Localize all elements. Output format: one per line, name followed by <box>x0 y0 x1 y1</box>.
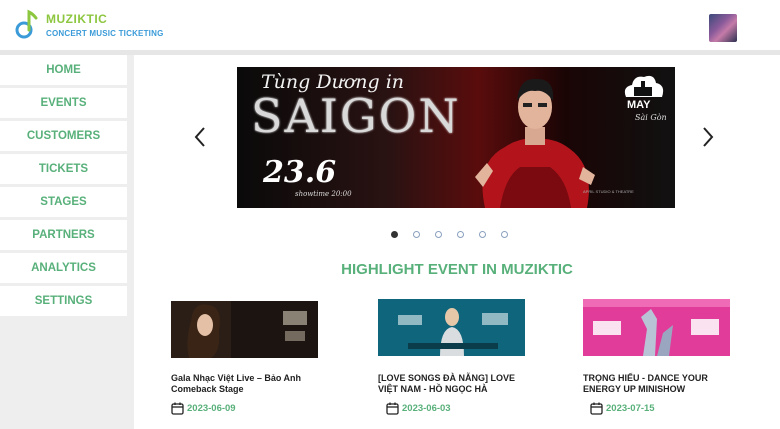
calendar-icon <box>171 402 184 415</box>
section-title: HIGHLIGHT EVENT IN MUZIKTIC <box>341 261 573 278</box>
event-card-date-text: 2023-06-03 <box>402 403 451 414</box>
banner-singer-image <box>475 78 595 208</box>
carousel-banner[interactable]: Tùng Dương in SAIGON 23.6 showtime 20:00… <box>237 67 675 208</box>
sidebar-item-partners[interactable]: PARTNERS <box>0 220 127 250</box>
event-card-title[interactable]: Gala Nhạc Việt Live – Bảo Anh Comeback S… <box>171 373 321 395</box>
app-header: MUZIKTIC CONCERT MUSIC TICKETING <box>0 0 780 50</box>
banner-fine-print: APRIL STUDIO & THEATRE <box>583 189 634 194</box>
sidebar-item-analytics[interactable]: ANALYTICS <box>0 253 127 283</box>
calendar-icon <box>386 402 399 415</box>
music-note-icon[interactable] <box>15 8 39 40</box>
banner-showtime: showtime 20:00 <box>295 190 352 198</box>
chevron-right-icon[interactable] <box>701 125 715 149</box>
event-card-date: 2023-07-15 <box>590 402 655 415</box>
carousel-dot-6[interactable] <box>501 231 508 238</box>
carousel-dot-1[interactable] <box>391 231 398 238</box>
event-card-image[interactable] <box>583 299 730 356</box>
carousel-dot-3[interactable] <box>435 231 442 238</box>
carousel-dot-4[interactable] <box>457 231 464 238</box>
event-card-title[interactable]: [LOVE SONGS ĐÀ NẴNG] LOVE VIỆT NAM - HỒ … <box>378 373 528 395</box>
sidebar-item-tickets[interactable]: TICKETS <box>0 154 127 184</box>
calendar-icon <box>590 402 603 415</box>
event-card-title[interactable]: TRỌNG HIẾU - DANCE YOUR ENERGY UP MINISH… <box>583 373 733 395</box>
banner-venue-sub: Sài Gòn <box>635 113 667 122</box>
sidebar-item-home[interactable]: HOME <box>0 55 127 85</box>
sidebar: HOME EVENTS CUSTOMERS TICKETS STAGES PAR… <box>0 55 134 429</box>
carousel-dot-5[interactable] <box>479 231 486 238</box>
carousel-dot-2[interactable] <box>413 231 420 238</box>
event-card-image[interactable] <box>171 301 318 358</box>
banner-city: SAIGON <box>251 89 461 143</box>
brand-tagline: CONCERT MUSIC TICKETING <box>46 29 164 38</box>
sidebar-item-events[interactable]: EVENTS <box>0 88 127 118</box>
banner-venue: MAY <box>627 99 651 111</box>
sidebar-item-stages[interactable]: STAGES <box>0 187 127 217</box>
sidebar-item-customers[interactable]: CUSTOMERS <box>0 121 127 151</box>
event-card-date: 2023-06-03 <box>386 402 451 415</box>
brand-name[interactable]: MUZIKTIC <box>46 12 107 26</box>
carousel-indicators <box>391 231 508 238</box>
event-card-date-text: 2023-06-09 <box>187 403 236 414</box>
sidebar-item-settings[interactable]: SETTINGS <box>0 286 127 316</box>
event-card-date: 2023-06-09 <box>171 402 236 415</box>
event-card-image[interactable] <box>378 299 525 356</box>
banner-date: 23.6 <box>263 155 337 190</box>
chevron-left-icon[interactable] <box>193 125 207 149</box>
user-avatar[interactable] <box>709 14 737 42</box>
event-card-date-text: 2023-07-15 <box>606 403 655 414</box>
